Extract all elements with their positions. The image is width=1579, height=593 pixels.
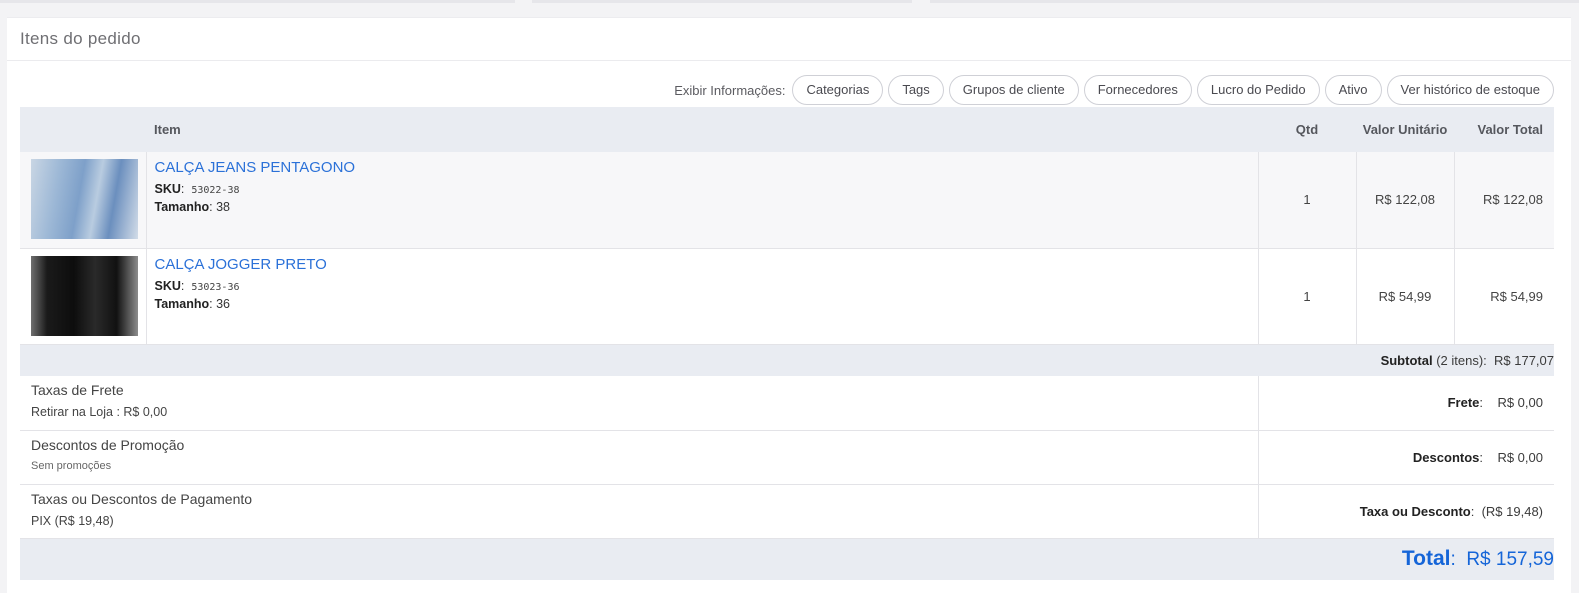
shipping-label: Frete: [1447, 395, 1480, 411]
total-row: Total: R$ 157,59: [20, 538, 1554, 580]
promotion-info: Descontos de Promoção Sem promoções: [20, 430, 1259, 484]
filter-categorias-button[interactable]: Categorias: [792, 75, 884, 105]
product-image-cell: [20, 248, 147, 344]
card-title: Itens do pedido: [7, 18, 1571, 61]
tab-indicator: [0, 0, 515, 3]
product-meta: SKU: 53023-36 Tamanho: 36: [154, 278, 240, 311]
filter-lucro-pedido-button[interactable]: Lucro do Pedido: [1196, 75, 1320, 105]
subtotal-value: R$ 177,07: [1494, 352, 1554, 368]
shipping-value: R$ 0,00: [1497, 395, 1543, 411]
payment-fee-value: (R$ 19,48): [1481, 503, 1543, 519]
subtotal-label: Subtotal: [1380, 352, 1433, 368]
shipping-fee-detail: Retirar na Loja : R$ 0,00: [31, 405, 168, 419]
payment-fee-label: Taxa ou Desconto: [1359, 503, 1471, 519]
qty-cell: 1: [1258, 248, 1357, 344]
size-value: 38: [216, 200, 230, 214]
shipping-fee-info: Taxas de Frete Retirar na Loja : R$ 0,00: [20, 376, 1259, 430]
order-total: Total: R$ 157,59: [1401, 547, 1554, 571]
size-label: Tamanho: [154, 296, 210, 311]
payment-fee-row: Taxas ou Descontos de Pagamento PIX (R$ …: [20, 484, 1554, 538]
total-label: Total: [1401, 547, 1451, 571]
size-value: 36: [216, 296, 230, 311]
discounts-label: Descontos: [1412, 449, 1480, 465]
sku-value: 53023-36: [191, 281, 240, 293]
unit-value-cell: R$ 54,99: [1356, 248, 1455, 344]
table-row: CALÇA JEANS PENTAGONO SKU: 53022-38 Tama…: [20, 152, 1554, 248]
product-image[interactable]: [31, 255, 138, 336]
table-row: CALÇA JOGGER PRETO SKU: 53023-36 Tamanho…: [20, 248, 1554, 344]
header-item: Item: [154, 122, 181, 137]
total-value-cell: R$ 54,99: [1490, 288, 1543, 304]
sku-label: SKU: [154, 278, 181, 293]
filters-label: Exibir Informações:: [674, 82, 786, 98]
tab-indicator: [532, 0, 912, 3]
total-value: R$ 157,59: [1466, 549, 1554, 571]
filter-tags-button[interactable]: Tags: [888, 75, 944, 105]
items-table: Item Qtd Valor Unitário Valor Total CALÇ…: [20, 107, 1554, 580]
table-header: Item Qtd Valor Unitário Valor Total: [20, 107, 1554, 152]
shipping-fee-title: Taxas de Frete: [31, 382, 124, 398]
top-tab-strip: [0, 0, 1579, 4]
product-name-link[interactable]: CALÇA JEANS PENTAGONO: [155, 159, 1258, 176]
payment-fee-info: Taxas ou Descontos de Pagamento PIX (R$ …: [20, 484, 1259, 538]
header-total-value: Valor Total: [1477, 122, 1544, 137]
promotion-discount-row: Descontos de Promoção Sem promoções Desc…: [20, 430, 1554, 484]
product-image-cell: [20, 152, 147, 248]
promotion-summary: Descontos: R$ 0,00: [1412, 449, 1543, 465]
total-value-cell: R$ 122,08: [1483, 192, 1543, 208]
payment-fee-detail: PIX (R$ 19,48): [31, 513, 114, 528]
discounts-value: R$ 0,00: [1497, 449, 1543, 465]
shipping-fee-row: Taxas de Frete Retirar na Loja : R$ 0,00…: [20, 376, 1554, 430]
order-items-card: Itens do pedido Exibir Informações: Cate…: [7, 17, 1571, 593]
header-image: [20, 107, 146, 152]
unit-value-cell: R$ 122,08: [1356, 152, 1455, 248]
sku-label: SKU: [154, 182, 181, 196]
subtotal-row: Subtotal (2 itens): R$ 177,07: [20, 344, 1554, 376]
filter-fornecedores-button[interactable]: Fornecedores: [1083, 75, 1192, 105]
product-info: CALÇA JOGGER PRETO SKU: 53023-36 Tamanho…: [146, 248, 1259, 344]
product-image[interactable]: [31, 159, 138, 239]
stock-history-button[interactable]: Ver histórico de estoque: [1386, 75, 1554, 105]
promotion-detail: Sem promoções: [31, 459, 112, 472]
info-filters: Exibir Informações: Categorias Tags Grup…: [674, 75, 1554, 105]
filter-grupos-cliente-button[interactable]: Grupos de cliente: [948, 75, 1079, 105]
subtotal-count: (2 itens):: [1436, 352, 1487, 368]
product-name-link[interactable]: CALÇA JOGGER PRETO: [155, 256, 1258, 273]
shipping-fee-summary: Frete: R$ 0,00: [1447, 395, 1543, 411]
product-info: CALÇA JEANS PENTAGONO SKU: 53022-38 Tama…: [146, 152, 1259, 248]
filter-ativo-button[interactable]: Ativo: [1324, 75, 1382, 105]
payment-fee-title: Taxas ou Descontos de Pagamento: [31, 490, 253, 507]
payment-fee-summary: Taxa ou Desconto: (R$ 19,48): [1359, 503, 1543, 519]
tab-indicator: [930, 0, 1579, 3]
sku-value: 53022-38: [191, 185, 240, 196]
size-label: Tamanho: [154, 200, 210, 214]
promotion-title: Descontos de Promoção: [31, 436, 185, 453]
product-meta: SKU: 53022-38 Tamanho: 38: [154, 182, 240, 214]
header-unit-value: Valor Unitário: [1362, 122, 1448, 137]
qty-cell: 1: [1258, 152, 1357, 248]
header-qty: Qtd: [1295, 122, 1319, 137]
subtotal: Subtotal (2 itens): R$ 177,07: [20, 344, 1554, 376]
